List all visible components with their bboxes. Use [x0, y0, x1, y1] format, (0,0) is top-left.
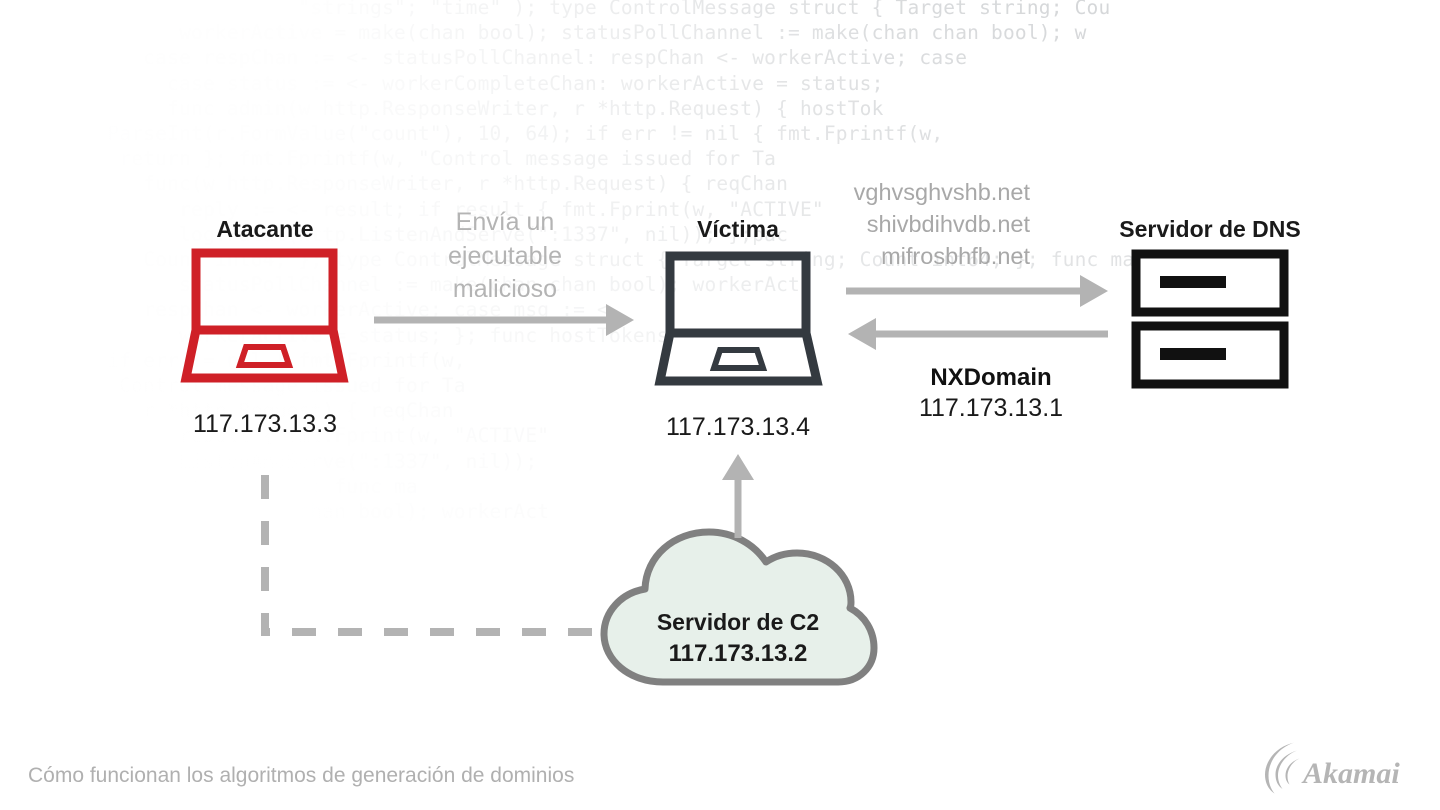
dns-response-code: NXDomain [930, 364, 1052, 391]
attacker-laptop-icon [180, 248, 349, 383]
akamai-logo: Akamai [1265, 742, 1400, 794]
code-background-line: statusPollChannel := make(chan chan bool… [0, 273, 812, 297]
arrow-dns-to-victim [848, 318, 1108, 350]
victim-title: Víctima [697, 216, 779, 242]
background-code-fade [0, 0, 1440, 810]
dns-response-ip: 117.173.13.1 [918, 394, 1064, 422]
code-background-line: "strings"; "time" ); type ControlMessage… [0, 0, 1111, 19]
arrow-attacker-to-victim [374, 304, 634, 336]
dga-domain-queries: vghvsghvshb.net shivbdihvdb.net mifrosbh… [853, 179, 1030, 270]
background-code-layer: "strings"; "time" ); type ControlMessage… [0, 0, 1440, 810]
dashed-link-attacker-to-c2 [261, 475, 600, 636]
code-background-line: Control message issued for Ta [0, 374, 466, 397]
attacker-ip: 117.173.13.3 [192, 410, 338, 438]
attacker-title: Atacante [216, 216, 314, 242]
code-background-line: ParseInt(r.FormValue("count"), 10, 64); … [0, 122, 944, 145]
dns-server-title: Servidor de DNS [1119, 216, 1301, 242]
code-background-line: workerActive = make(chan bool); statusPo… [0, 21, 1087, 45]
code-background-line: Count int64; }; func ma [0, 474, 418, 498]
c2-server-ip: 117.173.13.2 [668, 640, 808, 667]
code-background-line: func(w http.ResponseWriter, r *http.Requ… [0, 172, 789, 196]
c2-server-title: Servidor de C2 [656, 609, 820, 635]
code-background-line: return }; fmt.Fprintf(w, "Control messag… [0, 147, 777, 171]
arrow-c2-to-victim [722, 454, 754, 538]
code-background-line: ListenAndServe(":1337", nil)); [0, 449, 538, 473]
diagram-canvas: "strings"; "time" ); type ControlMessage… [0, 0, 1440, 810]
code-background-line: case status := <- workerCompleteChan: wo… [0, 71, 884, 95]
code-background-line: if err != nil { fmt.Fprintf(w, [0, 348, 466, 372]
dns-server-rack-icon [1131, 249, 1289, 389]
arrow-victim-to-dns [846, 275, 1108, 307]
victim-ip: 117.173.13.4 [665, 413, 811, 441]
code-background-line: func admin(w http.ResponseWriter, r *htt… [0, 96, 884, 120]
victim-laptop-icon [654, 251, 823, 386]
code-background-line: workerActive = status; }; func hostToken… [0, 323, 669, 347]
figure-caption: Cómo funcionan los algoritmos de generac… [28, 764, 575, 787]
code-background-line: make(chan chan bool); workerAct [0, 500, 550, 523]
flow-label-malicious-executable: Envía un ejecutable malicioso [448, 208, 562, 303]
code-background-line: case respChan := <- statusPollChannel: r… [0, 46, 968, 70]
svg-text:Akamai: Akamai [1301, 757, 1400, 790]
diagram-graphics [180, 248, 1289, 686]
